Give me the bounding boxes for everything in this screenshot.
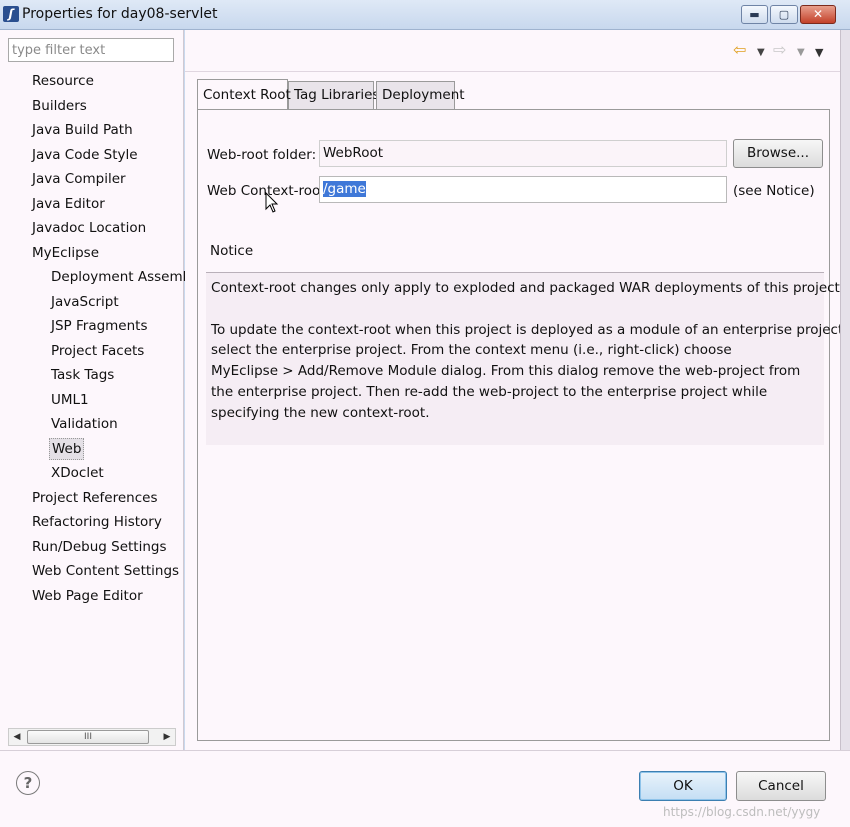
tree-item[interactable]: Project References bbox=[30, 487, 160, 509]
minimize-button[interactable]: ▬ bbox=[741, 5, 768, 24]
forward-dropdown-icon[interactable]: ▼ bbox=[797, 44, 805, 62]
context-root-input[interactable]: /game bbox=[319, 176, 727, 203]
tree-item[interactable]: Project Facets bbox=[49, 340, 146, 362]
mouse-cursor-icon bbox=[265, 192, 279, 213]
tree-item[interactable]: JSP Fragments bbox=[49, 315, 150, 337]
title-bar: ʃ Properties for day08-servlet ▬ ▢ ✕ bbox=[0, 0, 850, 30]
notice-line: To update the context-root when this pro… bbox=[211, 321, 844, 338]
watermark: https://blog.csdn.net/yygy bbox=[663, 805, 821, 819]
notice-line: specifying the new context-root. bbox=[211, 404, 430, 421]
forward-arrow-icon[interactable]: ⇨ bbox=[773, 41, 786, 59]
tab-context-root[interactable]: Context Root bbox=[197, 79, 291, 109]
property-tree-pane: Resource BuildersJava Build Path Java Code… bbox=[0, 30, 195, 750]
tree-item[interactable]: Java Build Path bbox=[30, 119, 135, 141]
close-button[interactable]: ✕ bbox=[800, 5, 836, 24]
dialog-button-bar: ? OK Cancel https://blog.csdn.net/yygy bbox=[0, 750, 850, 827]
cancel-button[interactable]: Cancel bbox=[736, 771, 826, 801]
tree-item[interactable]: Run/Debug Settings bbox=[30, 536, 169, 558]
tree-item[interactable]: Javadoc Location bbox=[30, 217, 148, 239]
tree-item[interactable]: Java Editor bbox=[30, 193, 107, 215]
browse-button[interactable]: Browse... bbox=[733, 139, 823, 168]
navigation-toolbar: ⇦ ▼ ⇨ ▼ ▼ bbox=[185, 30, 840, 72]
see-notice-label: (see Notice) bbox=[733, 183, 815, 199]
tree-item[interactable]: Validation bbox=[49, 413, 120, 435]
tree-item[interactable]: XDoclet bbox=[49, 462, 106, 484]
tree-item[interactable]: Web Page Editor bbox=[30, 585, 145, 607]
help-icon[interactable]: ? bbox=[16, 771, 40, 795]
web-root-label: Web-root folder: bbox=[207, 147, 317, 163]
notice-text: Context-root changes only apply to explo… bbox=[206, 272, 845, 445]
notice-line: MyEclipse > Add/Remove Module dialog. Fr… bbox=[211, 363, 801, 380]
maximize-button[interactable]: ▢ bbox=[770, 5, 798, 24]
notice-line: Context-root changes only apply to explo… bbox=[211, 280, 845, 296]
window-edge bbox=[840, 30, 850, 750]
tab-tag-libraries[interactable]: Tag Libraries bbox=[288, 81, 379, 109]
notice-line: select the enterprise project. From the … bbox=[211, 342, 732, 359]
back-arrow-icon[interactable]: ⇦ bbox=[733, 41, 746, 59]
tree-horizontal-scrollbar[interactable]: ◀ III ▶ bbox=[8, 728, 176, 746]
ok-button[interactable]: OK bbox=[639, 771, 727, 801]
context-root-panel: Web-root folder: WebRoot Browse... Web C… bbox=[197, 109, 845, 741]
notice-line: the enterprise project. Then re-add the … bbox=[211, 383, 768, 400]
view-menu-icon[interactable]: ▼ bbox=[815, 44, 823, 62]
back-dropdown-icon[interactable]: ▼ bbox=[757, 44, 765, 62]
tree-item[interactable]: Java Code Style bbox=[30, 144, 140, 166]
context-root-value: /game bbox=[323, 181, 366, 197]
tree-item[interactable]: Resource bbox=[30, 70, 96, 92]
web-root-field: WebRoot bbox=[319, 140, 727, 167]
scroll-thumb[interactable]: III bbox=[27, 730, 149, 744]
scroll-right-icon[interactable]: ▶ bbox=[159, 729, 175, 745]
tree-item[interactable]: Builders bbox=[30, 95, 89, 117]
property-page: ⇦ ▼ ⇨ ▼ ▼ Context Root Tag Libraries Dep… bbox=[185, 30, 845, 750]
tree-item[interactable]: Web Content Settings bbox=[30, 560, 181, 582]
myeclipse-app-icon: ʃ bbox=[3, 6, 19, 22]
tab-deployment[interactable]: Deployment bbox=[376, 81, 465, 109]
scroll-left-icon[interactable]: ◀ bbox=[9, 729, 25, 745]
tree-item[interactable]: Web bbox=[49, 437, 85, 460]
notice-line bbox=[211, 299, 819, 320]
tree-item[interactable]: JavaScript bbox=[49, 291, 121, 313]
tree-item[interactable]: MyEclipse bbox=[30, 242, 101, 264]
tree-item[interactable]: Refactoring History bbox=[30, 511, 164, 533]
tree-item[interactable]: Task Tags bbox=[49, 364, 116, 386]
window-title: Properties for day08-servlet bbox=[22, 6, 218, 22]
tree-item[interactable]: UML1 bbox=[49, 389, 91, 411]
tree-item[interactable]: Java Compiler bbox=[30, 168, 128, 190]
notice-heading: Notice bbox=[210, 243, 254, 259]
filter-input[interactable] bbox=[8, 38, 174, 62]
tree-item[interactable]: Deployment Assembl bbox=[49, 266, 197, 288]
